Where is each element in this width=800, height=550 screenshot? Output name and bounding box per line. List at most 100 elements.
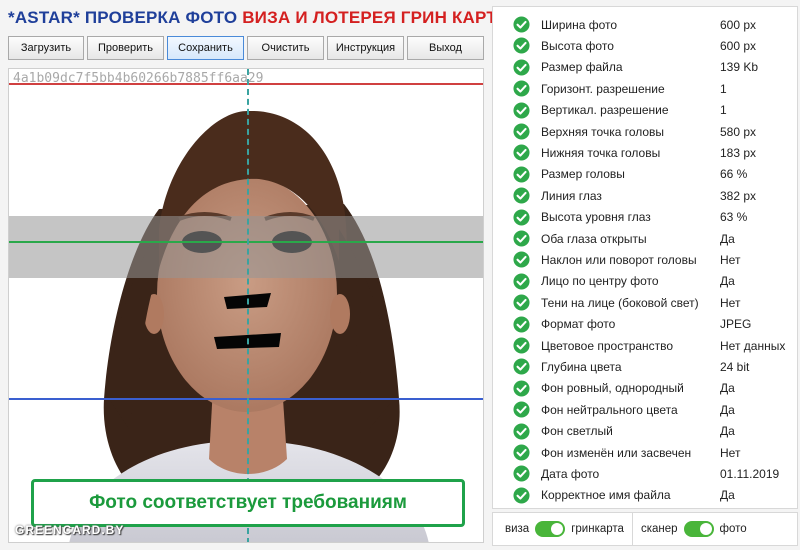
check-label: Дата фото bbox=[541, 466, 600, 481]
check-circle-icon bbox=[513, 230, 530, 247]
check-row: Наклон или поворот головы Нет bbox=[493, 249, 799, 270]
visa-greencard-toggle[interactable] bbox=[535, 521, 566, 537]
check-row: Фон светлый Да bbox=[493, 421, 799, 442]
check-value: Да bbox=[720, 381, 735, 396]
check-value: 24 bit bbox=[720, 359, 750, 374]
check-circle-icon bbox=[513, 102, 530, 119]
check-value: Нет bbox=[720, 252, 741, 267]
check-row: Лицо по центру фото Да bbox=[493, 271, 799, 292]
check-circle-icon bbox=[513, 59, 530, 76]
check-value: 139 Kb bbox=[720, 60, 759, 75]
check-row: Фон изменён или засвечен Нет bbox=[493, 442, 799, 463]
clear-button[interactable]: Очистить bbox=[247, 36, 324, 60]
check-label: Нижняя точка головы bbox=[541, 145, 661, 160]
check-row: Оба глаза открыты Да bbox=[493, 228, 799, 249]
check-row: Размер файла 139 Kb bbox=[493, 57, 799, 78]
check-circle-icon bbox=[513, 316, 530, 333]
check-circle-icon bbox=[513, 251, 530, 268]
check-row: Горизонт. разрешение 1 bbox=[493, 78, 799, 99]
check-button[interactable]: Проверить bbox=[87, 36, 164, 60]
check-row: Тени на лице (боковой свет) Нет bbox=[493, 292, 799, 313]
check-label: Оба глаза открыты bbox=[541, 231, 647, 246]
check-row: Высота уровня глаз 63 % bbox=[493, 207, 799, 228]
check-label: Верхняя точка головы bbox=[541, 124, 665, 139]
checks-list: Ширина фото 600 px Высота фото 600 px Размер… bbox=[492, 6, 798, 509]
toggle-divider bbox=[631, 512, 633, 546]
center-line bbox=[247, 69, 249, 542]
photo-label: фото bbox=[719, 523, 747, 535]
check-value: Да bbox=[720, 488, 735, 503]
check-row: Фон ровный, однородный Да bbox=[493, 378, 799, 399]
check-label: Фон изменён или засвечен bbox=[541, 445, 692, 460]
toggle-knob bbox=[551, 523, 564, 535]
visa-greencard-toggle-group: виза гринкарта bbox=[505, 513, 624, 545]
check-label: Фон светлый bbox=[541, 424, 613, 439]
check-value: 01.11.2019 bbox=[720, 466, 780, 481]
check-label: Ширина фото bbox=[541, 17, 618, 32]
check-row: Корректное имя файла Да bbox=[493, 485, 799, 506]
app-title: *ASTAR* ПРОВЕРКА ФОТО ВИЗА И ЛОТЕРЕЯ ГРИ… bbox=[8, 8, 508, 28]
check-row: Ширина фото 600 px bbox=[493, 14, 799, 35]
check-label: Фон ровный, однородный bbox=[541, 381, 684, 396]
check-label: Высота фото bbox=[541, 38, 614, 53]
check-value: Нет bbox=[720, 295, 741, 310]
instruction-button[interactable]: Инструкция bbox=[327, 36, 404, 60]
check-circle-icon bbox=[513, 444, 530, 461]
watermark: GREENCARD.BY bbox=[15, 523, 125, 537]
check-label: Линия глаз bbox=[541, 188, 602, 203]
check-label: Высота уровня глаз bbox=[541, 210, 651, 225]
check-value: 66 % bbox=[720, 167, 748, 182]
title-part-1: *ASTAR* ПРОВЕРКА ФОТО bbox=[8, 8, 238, 27]
toggles-bar: виза гринкарта сканер фото bbox=[492, 512, 798, 546]
check-circle-icon bbox=[513, 380, 530, 397]
check-value: Да bbox=[720, 424, 735, 439]
check-circle-icon bbox=[513, 144, 530, 161]
check-label: Корректное имя файла bbox=[541, 488, 671, 503]
check-label: Размер головы bbox=[541, 167, 625, 182]
check-value: JPEG bbox=[720, 317, 752, 332]
exit-button[interactable]: Выход bbox=[407, 36, 484, 60]
check-value: 600 px bbox=[720, 17, 757, 32]
check-value: 580 px bbox=[720, 124, 757, 139]
check-value: 1 bbox=[720, 81, 727, 96]
check-circle-icon bbox=[513, 423, 530, 440]
check-circle-icon bbox=[513, 358, 530, 375]
check-circle-icon bbox=[513, 80, 530, 97]
check-value: Нет bbox=[720, 445, 741, 460]
check-circle-icon bbox=[513, 123, 530, 140]
check-circle-icon bbox=[513, 37, 530, 54]
check-row: Дата фото 01.11.2019 bbox=[493, 463, 799, 484]
scanner-photo-toggle-group: сканер фото bbox=[641, 513, 747, 545]
check-circle-icon bbox=[513, 465, 530, 482]
file-hash: 4a1b09dc7f5bb4b60266b7885ff6aa29 bbox=[13, 71, 264, 86]
check-circle-icon bbox=[513, 16, 530, 33]
check-row: Фон нейтрального цвета Да bbox=[493, 399, 799, 420]
check-row: Линия глаз 382 px bbox=[493, 185, 799, 206]
check-label: Глубина цвета bbox=[541, 359, 622, 374]
check-label: Горизонт. разрешение bbox=[541, 81, 665, 96]
check-value: 600 px bbox=[720, 38, 757, 53]
load-button[interactable]: Загрузить bbox=[8, 36, 84, 60]
save-button[interactable]: Сохранить bbox=[167, 36, 244, 60]
app-window: *ASTAR* ПРОВЕРКА ФОТО ВИЗА И ЛОТЕРЕЯ ГРИ… bbox=[0, 0, 800, 550]
check-label: Тени на лице (боковой свет) bbox=[541, 295, 699, 310]
greencard-label: гринкарта bbox=[571, 523, 624, 535]
check-row: Вертикал. разрешение 1 bbox=[493, 100, 799, 121]
check-circle-icon bbox=[513, 401, 530, 418]
photo-preview[interactable]: 4a1b09dc7f5bb4b60266b7885ff6aa29 Фото со… bbox=[8, 68, 484, 543]
check-value: 183 px bbox=[720, 145, 757, 160]
check-label: Лицо по центру фото bbox=[541, 274, 659, 289]
check-value: 1 bbox=[720, 103, 727, 118]
scanner-label: сканер bbox=[640, 523, 678, 535]
check-circle-icon bbox=[513, 273, 530, 290]
scanner-photo-toggle[interactable] bbox=[683, 521, 714, 537]
visa-label: виза bbox=[505, 523, 530, 535]
check-row: Верхняя точка головы 580 px bbox=[493, 121, 799, 142]
check-label: Фон нейтрального цвета bbox=[541, 402, 678, 417]
check-circle-icon bbox=[513, 166, 530, 183]
check-row: Высота фото 600 px bbox=[493, 35, 799, 56]
check-label: Размер файла bbox=[541, 60, 623, 75]
check-value: Да bbox=[720, 274, 735, 289]
check-label: Вертикал. разрешение bbox=[541, 103, 669, 118]
check-row: Нижняя точка головы 183 px bbox=[493, 142, 799, 163]
